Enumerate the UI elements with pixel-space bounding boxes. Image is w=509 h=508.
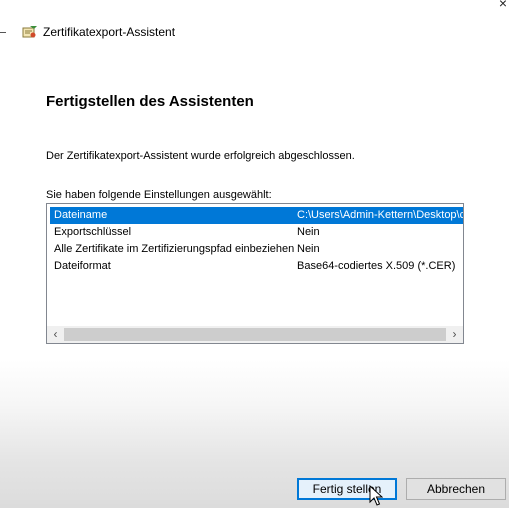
certificate-wizard-icon (22, 26, 37, 38)
setting-name: Dateiformat (54, 260, 111, 272)
chevron-right-icon[interactable]: › (446, 326, 463, 343)
list-item[interactable]: Dateiname C:\Users\Admin-Kettern\Desktop… (50, 207, 463, 224)
chevron-left-icon[interactable]: ‹ (47, 326, 64, 343)
horizontal-scrollbar[interactable]: ‹ › (47, 326, 463, 343)
list-item[interactable]: Exportschlüssel Nein (50, 224, 463, 241)
settings-rows: Dateiname C:\Users\Admin-Kettern\Desktop… (50, 207, 463, 275)
list-item[interactable]: Dateiformat Base64-codiertes X.509 (*.CE… (50, 258, 463, 275)
window-edge-mark (0, 32, 6, 33)
setting-name: Exportschlüssel (54, 226, 132, 238)
wizard-title: Zertifikatexport-Assistent (43, 25, 176, 39)
settings-list[interactable]: Dateiname C:\Users\Admin-Kettern\Desktop… (46, 203, 464, 344)
setting-value: C:\Users\Admin-Kettern\Desktop\c (297, 209, 463, 221)
scrollbar-thumb[interactable] (64, 328, 446, 341)
setting-value: Nein (297, 226, 320, 238)
cancel-button[interactable]: Abbrechen (406, 478, 506, 500)
list-item[interactable]: Alle Zertifikate im Zertifizierungspfad … (50, 241, 463, 258)
setting-name: Alle Zertifikate im Zertifizierungspfad … (54, 243, 295, 255)
setting-value: Base64-codiertes X.509 (*.CER) (297, 260, 456, 272)
setting-name: Dateiname (54, 209, 108, 221)
close-icon[interactable]: × (499, 0, 507, 10)
settings-caption: Sie haben folgende Einstellungen ausgewä… (46, 189, 272, 201)
wizard-window: × Zertifikatexport-Assistent Fertigstell… (0, 0, 509, 508)
success-message: Der Zertifikatexport-Assistent wurde erf… (46, 150, 355, 162)
setting-value: Nein (297, 243, 320, 255)
page-heading: Fertigstellen des Assistenten (46, 93, 254, 110)
wizard-title-bar: Zertifikatexport-Assistent (22, 22, 175, 42)
mouse-pointer-icon (369, 485, 383, 506)
